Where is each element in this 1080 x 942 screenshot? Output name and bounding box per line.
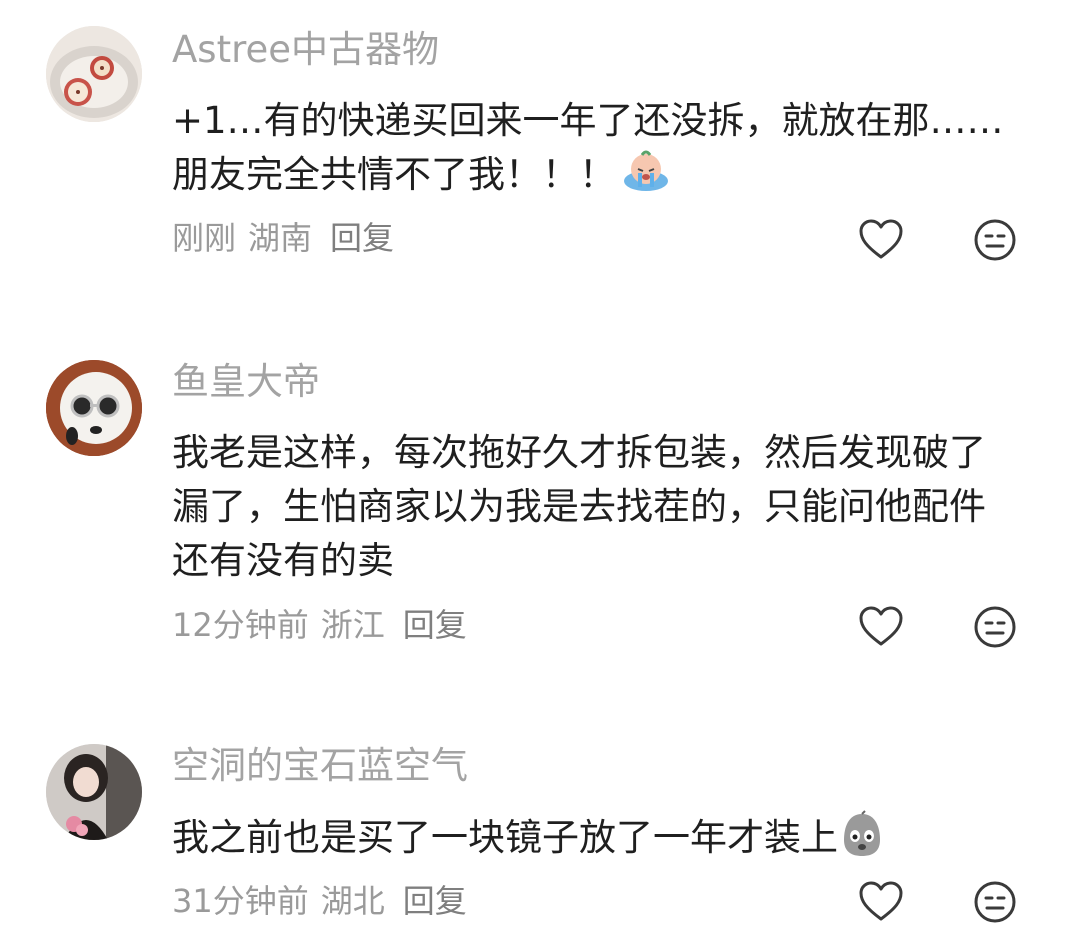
comment-time: 12分钟前	[172, 606, 309, 644]
dislike-button[interactable]	[972, 879, 1018, 925]
comment-text: 我之前也是买了一块镜子放了一年才装上	[172, 810, 1022, 865]
avatar[interactable]	[46, 744, 142, 840]
comment-time: 31分钟前	[172, 882, 309, 920]
heart-outline-icon	[859, 219, 903, 259]
comment-time: 刚刚	[172, 219, 237, 257]
reply-button[interactable]: 回复	[403, 606, 467, 644]
meh-face-icon	[974, 881, 1016, 923]
heart-outline-icon	[859, 606, 903, 646]
comment-text: 我老是这样，每次拖好久才拆包装，然后发现破了漏了，生怕商家以为我是去找茬的，只能…	[172, 431, 986, 582]
dislike-button[interactable]	[972, 604, 1018, 650]
comment-meta: 刚刚 湖南 回复	[172, 216, 406, 260]
meh-face-icon	[974, 606, 1016, 648]
reply-button[interactable]: 回复	[403, 882, 467, 920]
reply-button[interactable]: 回复	[330, 219, 394, 257]
username[interactable]: 空洞的宝石蓝空气	[172, 742, 468, 790]
comment-item: Astree中古器物 +1…有的快递买回来一年了还没拆，就放在那……朋友完全共情…	[0, 0, 1080, 300]
comment-text-body: +1…有的快递买回来一年了还没拆，就放在那……朋友完全共情不了我！！！	[172, 99, 1004, 196]
apple-plate-avatar-icon	[46, 26, 142, 122]
username[interactable]: 鱼皇大帝	[172, 358, 320, 406]
comment-meta: 12分钟前 浙江 回复	[172, 603, 479, 647]
comment-location: 浙江	[320, 606, 385, 644]
speechless-bird-emoji-icon	[840, 810, 884, 858]
dog-sunglasses-avatar-icon	[46, 360, 142, 456]
comment-text: +1…有的快递买回来一年了还没拆，就放在那……朋友完全共情不了我！！！	[172, 94, 1022, 202]
heart-outline-icon	[859, 881, 903, 921]
like-button[interactable]	[858, 217, 904, 263]
comment-item: 鱼皇大帝 我老是这样，每次拖好久才拆包装，然后发现破了漏了，生怕商家以为我是去找…	[0, 300, 1080, 690]
comment-meta: 31分钟前 湖北 回复	[172, 879, 479, 923]
comment-text-body: 我之前也是买了一块镜子放了一年才装上	[172, 816, 838, 859]
avatar[interactable]	[46, 26, 142, 122]
meh-face-icon	[974, 219, 1016, 261]
comment-location: 湖南	[248, 219, 313, 257]
like-button[interactable]	[858, 879, 904, 925]
dislike-button[interactable]	[972, 217, 1018, 263]
username[interactable]: Astree中古器物	[172, 26, 439, 74]
avatar[interactable]	[46, 360, 142, 456]
crying-emoji-icon	[622, 149, 670, 193]
girl-portrait-avatar-icon	[46, 744, 142, 840]
comment-item: 空洞的宝石蓝空气 我之前也是买了一块镜子放了一年才装上 31分钟前 湖北 回复	[0, 690, 1080, 942]
comment-location: 湖北	[320, 882, 385, 920]
like-button[interactable]	[858, 604, 904, 650]
